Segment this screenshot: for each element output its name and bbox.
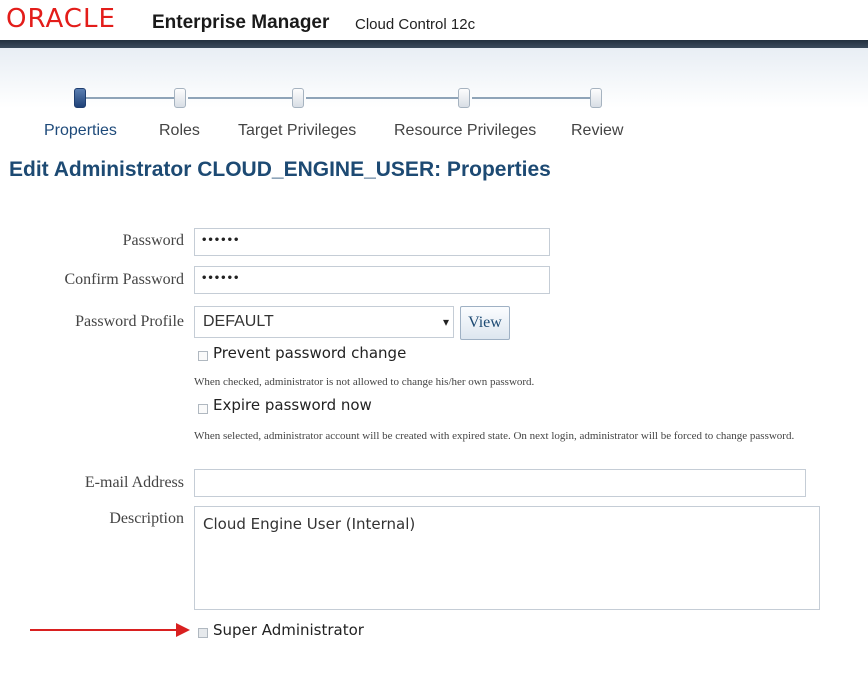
description-textarea[interactable]: Cloud Engine User (Internal) (194, 506, 820, 610)
prevent-password-change-label: Prevent password change (213, 344, 407, 362)
train-step-review[interactable]: Review (571, 122, 623, 140)
password-label: Password (122, 232, 184, 249)
password-profile-label: Password Profile (75, 313, 184, 330)
confirm-password-label: Confirm Password (64, 271, 184, 288)
expire-password-label: Expire password now (213, 396, 372, 414)
password-profile-select[interactable]: DEFAULT ▾ (194, 306, 454, 338)
confirm-password-field[interactable]: •••••• (194, 266, 550, 294)
chevron-down-icon: ▾ (443, 315, 450, 329)
view-button[interactable]: View (460, 306, 510, 340)
train-connector (472, 97, 590, 99)
description-label: Description (109, 510, 184, 527)
train-node-target-privileges[interactable] (292, 88, 304, 108)
email-field[interactable] (194, 469, 806, 497)
product-subtitle: Cloud Control 12c (355, 16, 476, 33)
annotation-arrow-icon (176, 623, 190, 637)
train-node-properties[interactable] (74, 88, 86, 108)
train-step-target-privileges[interactable]: Target Privileges (238, 122, 356, 140)
expire-password-checkbox[interactable] (198, 404, 208, 414)
train-step-resource-privileges[interactable]: Resource Privileges (394, 122, 536, 140)
annotation-arrow-line (30, 629, 180, 631)
train-connector (84, 97, 174, 99)
header-divider (0, 40, 868, 48)
train-node-roles[interactable] (174, 88, 186, 108)
train-step-roles[interactable]: Roles (159, 122, 200, 140)
email-label: E-mail Address (84, 474, 184, 491)
super-administrator-label: Super Administrator (213, 621, 364, 639)
expire-password-hint: When selected, administrator account wil… (194, 430, 795, 442)
train-node-resource-privileges[interactable] (458, 88, 470, 108)
train-node-review[interactable] (590, 88, 602, 108)
super-administrator-checkbox[interactable] (198, 628, 208, 638)
train-connector (188, 97, 292, 99)
train-connector (306, 97, 458, 99)
prevent-password-change-checkbox[interactable] (198, 351, 208, 361)
password-field[interactable]: •••••• (194, 228, 550, 256)
train-step-properties[interactable]: Properties (44, 122, 117, 140)
oracle-logo: ORACLE (6, 4, 116, 34)
page-title: Edit Administrator CLOUD_ENGINE_USER: Pr… (9, 158, 551, 181)
product-name: Enterprise Manager (152, 12, 330, 33)
password-profile-value: DEFAULT (203, 313, 274, 330)
prevent-password-change-hint: When checked, administrator is not allow… (194, 376, 535, 388)
